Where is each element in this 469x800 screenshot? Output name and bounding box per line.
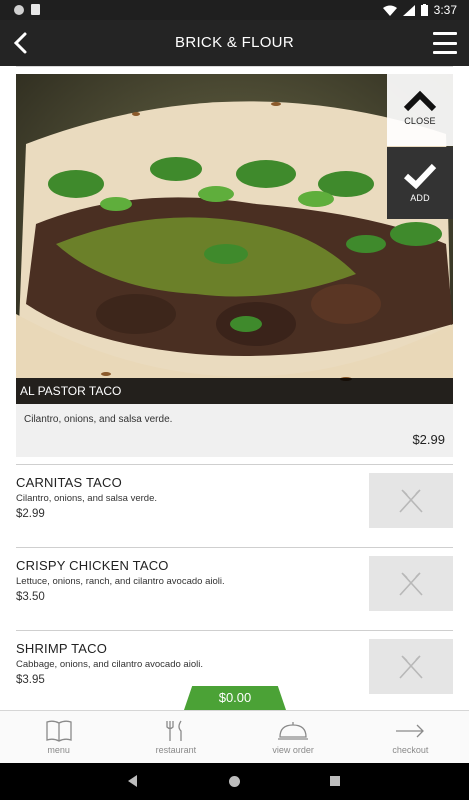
divider (16, 66, 453, 67)
close-label: CLOSE (404, 116, 436, 126)
nav-checkout-label: checkout (392, 745, 429, 755)
hamburger-menu-button[interactable] (433, 32, 457, 54)
nav-restaurant-label: restaurant (155, 745, 197, 755)
hamburger-bar (433, 32, 457, 35)
system-home-icon[interactable] (229, 776, 240, 787)
sd-card-icon (31, 4, 40, 15)
nav-view-order-label: view order (272, 745, 314, 755)
item-name: CRISPY CHICKEN TACO (16, 558, 169, 573)
featured-item-description: Cilantro, onions, and salsa verde. (24, 414, 173, 425)
fork-knife-icon (399, 654, 423, 679)
add-button[interactable]: ADD (387, 147, 453, 219)
chevron-up-icon (403, 90, 437, 112)
item-description: Cabbage, onions, and cilantro avocado ai… (16, 659, 203, 670)
notification-dot-icon (14, 4, 24, 15)
arrow-right-icon (396, 724, 425, 738)
fork-knife-icon (166, 720, 182, 741)
wifi-icon (382, 5, 397, 16)
item-thumbnail (369, 639, 453, 694)
system-nav-bar (0, 763, 469, 800)
featured-item-price: $2.99 (412, 432, 445, 447)
featured-item-card: AL PASTOR TACO CLOSE ADD Cilantro, onion… (16, 74, 453, 457)
item-thumbnail (369, 556, 453, 611)
nav-checkout[interactable]: checkout (352, 711, 469, 763)
item-name: CARNITAS TACO (16, 475, 122, 490)
hamburger-bar (433, 41, 457, 45)
nav-restaurant[interactable]: restaurant (117, 711, 234, 763)
close-button[interactable]: CLOSE (387, 74, 453, 146)
checkmark-icon (403, 163, 437, 189)
add-label: ADD (410, 193, 430, 203)
system-recents-icon[interactable] (330, 776, 340, 786)
status-time: 3:37 (433, 3, 457, 17)
cloche-icon (278, 722, 309, 740)
nav-menu[interactable]: menu (0, 711, 117, 763)
item-name: SHRIMP TACO (16, 641, 108, 656)
item-price: $3.95 (16, 674, 45, 686)
nav-menu-label: menu (47, 745, 70, 755)
order-total-tab[interactable]: $0.00 (184, 686, 286, 710)
book-icon (45, 720, 72, 742)
fork-knife-icon (399, 571, 423, 596)
item-price: $2.99 (16, 508, 45, 520)
bottom-nav: menu restaurant view order checkout (0, 710, 469, 763)
item-price: $3.50 (16, 591, 45, 603)
item-thumbnail (369, 473, 453, 528)
menu-list-item[interactable]: CARNITAS TACO Cilantro, onions, and sals… (16, 464, 453, 547)
fork-knife-icon (399, 488, 423, 513)
item-description: Lettuce, onions, ranch, and cilantro avo… (16, 576, 225, 587)
status-bar: 3:37 (0, 0, 469, 20)
signal-icon (402, 4, 415, 16)
page-title: BRICK & FLOUR (175, 34, 294, 51)
menu-list-item[interactable]: CRISPY CHICKEN TACO Lettuce, onions, ran… (16, 547, 453, 630)
battery-icon (420, 4, 428, 16)
featured-item-name: AL PASTOR TACO (16, 378, 453, 404)
hamburger-bar (433, 51, 457, 54)
system-back-icon[interactable] (128, 775, 137, 787)
item-description: Cilantro, onions, and salsa verde. (16, 493, 157, 504)
nav-view-order[interactable]: view order (235, 711, 352, 763)
app-header: BRICK & FLOUR (0, 20, 469, 66)
